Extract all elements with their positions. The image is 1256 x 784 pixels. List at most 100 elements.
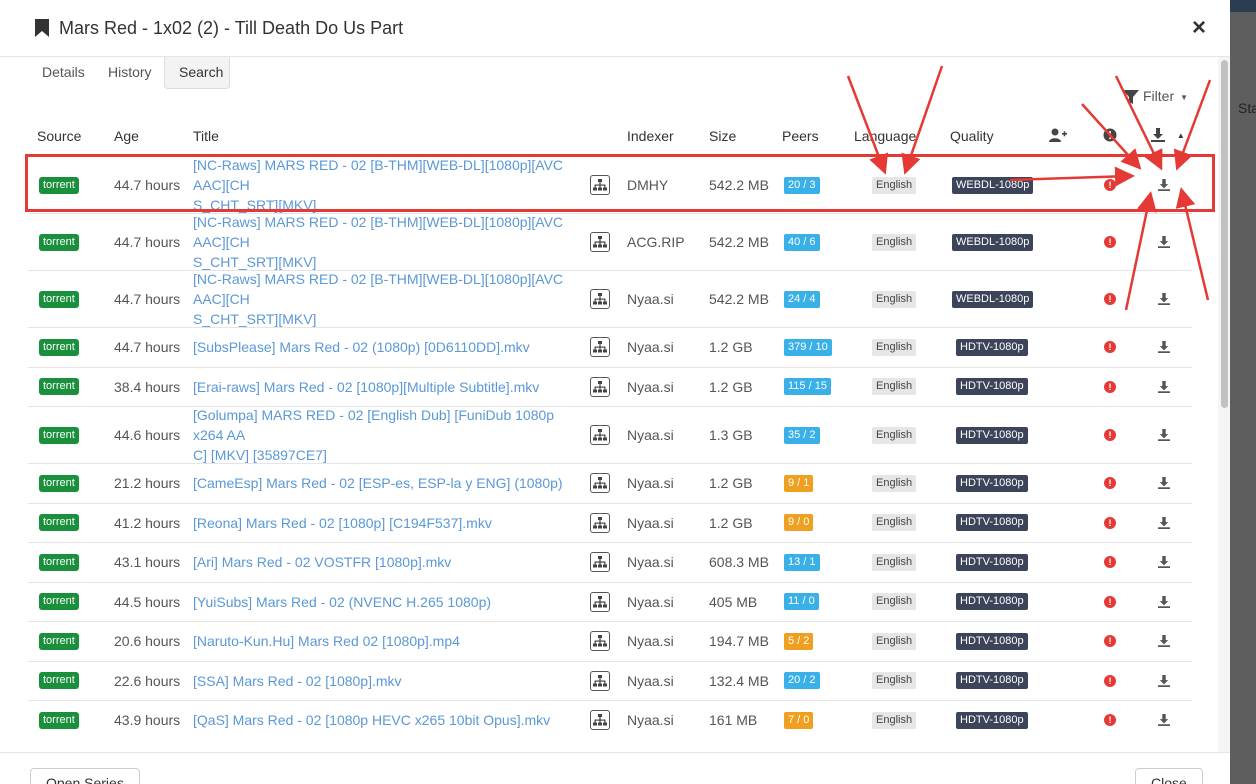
release-info-button[interactable] bbox=[590, 289, 610, 309]
release-info-button[interactable] bbox=[590, 425, 610, 445]
release-info-button[interactable] bbox=[590, 670, 610, 691]
release-info-button[interactable] bbox=[590, 232, 610, 252]
download-icon[interactable] bbox=[1158, 556, 1170, 569]
release-info-button[interactable] bbox=[590, 512, 610, 533]
download-icon[interactable] bbox=[1158, 341, 1170, 354]
release-title-link[interactable]: [NC-Raws] MARS RED - 02 [B-THM][WEB-DL][… bbox=[193, 212, 587, 272]
background-partial-label: Sta bbox=[1238, 100, 1256, 116]
quality-badge: HDTV-1080p bbox=[956, 711, 1028, 729]
release-info-button[interactable] bbox=[590, 376, 610, 397]
release-title-link[interactable]: [Reona] Mars Red - 02 [1080p] [C194F537]… bbox=[193, 513, 587, 533]
alert-icon[interactable]: ! bbox=[1104, 380, 1116, 393]
alert-icon[interactable]: ! bbox=[1104, 556, 1116, 569]
peers-badge: 24 / 4 bbox=[784, 290, 820, 308]
column-size[interactable]: Size bbox=[709, 118, 736, 154]
release-title-link[interactable]: [CameEsp] Mars Red - 02 [ESP-es, ESP-la … bbox=[193, 473, 587, 493]
size-cell: 608.3 MB bbox=[709, 554, 769, 571]
close-button[interactable]: Close bbox=[1135, 768, 1203, 784]
quality-badge: HDTV-1080p bbox=[956, 672, 1028, 690]
language-cell: English bbox=[872, 464, 917, 503]
alert-icon[interactable]: ! bbox=[1104, 293, 1116, 305]
info-cell bbox=[590, 662, 610, 701]
release-info-button[interactable] bbox=[590, 473, 610, 494]
title-cell: [QaS] Mars Red - 02 [1080p HEVC x265 10b… bbox=[193, 701, 587, 740]
sitemap-icon bbox=[593, 429, 607, 441]
column-add-user[interactable] bbox=[1049, 128, 1067, 144]
source-badge: torrent bbox=[39, 593, 79, 611]
alert-icon[interactable]: ! bbox=[1104, 635, 1116, 648]
column-source[interactable]: Source bbox=[37, 118, 81, 154]
peers-cell: 9 / 1 bbox=[784, 464, 814, 503]
release-info-button[interactable] bbox=[590, 631, 610, 652]
quality-badge: WEBDL-1080p bbox=[952, 290, 1034, 308]
peers-badge: 20 / 2 bbox=[784, 672, 820, 690]
release-info-button[interactable] bbox=[590, 552, 610, 573]
download-icon[interactable] bbox=[1158, 516, 1170, 529]
rejection-cell: ! bbox=[1104, 368, 1116, 407]
modal-title: Mars Red - 1x02 (2) - Till Death Do Us P… bbox=[59, 18, 404, 38]
release-title-link[interactable]: [YuiSubs] Mars Red - 02 (NVENC H.265 108… bbox=[193, 592, 587, 612]
info-cell bbox=[590, 214, 610, 270]
download-icon[interactable] bbox=[1158, 429, 1170, 441]
release-title-link[interactable]: [Ari] Mars Red - 02 VOSTFR [1080p].mkv bbox=[193, 552, 587, 572]
source-badge: torrent bbox=[39, 474, 79, 492]
scrollbar-thumb[interactable] bbox=[1221, 60, 1228, 408]
open-series-button[interactable]: Open Series bbox=[30, 768, 140, 784]
tab-details[interactable]: Details bbox=[28, 57, 99, 89]
download-icon[interactable] bbox=[1158, 674, 1170, 687]
download-cell bbox=[1158, 407, 1170, 463]
alert-icon[interactable]: ! bbox=[1104, 236, 1116, 248]
release-title-link[interactable]: [SubsPlease] Mars Red - 02 (1080p) [0D61… bbox=[193, 337, 587, 357]
tab-history[interactable]: History bbox=[94, 57, 166, 89]
alert-icon[interactable]: ! bbox=[1104, 516, 1116, 529]
download-icon[interactable] bbox=[1158, 595, 1170, 608]
alert-icon[interactable]: ! bbox=[1104, 674, 1116, 687]
column-age[interactable]: Age bbox=[114, 118, 139, 154]
sort-ascending-icon: ▲ bbox=[1176, 131, 1185, 140]
column-title[interactable]: Title bbox=[193, 118, 219, 154]
close-icon[interactable]: × bbox=[1192, 16, 1206, 40]
peers-badge: 5 / 2 bbox=[784, 632, 814, 650]
release-title-link[interactable]: [NC-Raws] MARS RED - 02 [B-THM][WEB-DL][… bbox=[193, 269, 587, 329]
quality-badge: HDTV-1080p bbox=[956, 593, 1028, 611]
alert-icon[interactable]: ! bbox=[1104, 477, 1116, 490]
quality-cell: HDTV-1080p bbox=[956, 368, 1028, 407]
modal-footer: Open Series Close bbox=[0, 752, 1230, 784]
tab-search[interactable]: Search bbox=[164, 57, 230, 89]
peers-cell: 379 / 10 bbox=[784, 328, 832, 367]
release-info-button[interactable] bbox=[590, 710, 610, 731]
release-title-link[interactable]: [SSA] Mars Red - 02 [1080p].mkv bbox=[193, 671, 587, 691]
info-cell bbox=[590, 701, 610, 740]
peers-cell: 7 / 0 bbox=[784, 701, 814, 740]
release-title-link[interactable]: [QaS] Mars Red - 02 [1080p HEVC x265 10b… bbox=[193, 710, 587, 730]
alert-icon[interactable]: ! bbox=[1104, 714, 1116, 727]
column-quality[interactable]: Quality bbox=[950, 118, 994, 154]
indexer-cell: Nyaa.si bbox=[627, 378, 674, 395]
download-icon[interactable] bbox=[1158, 293, 1170, 305]
source-cell: torrent bbox=[39, 543, 79, 582]
download-icon[interactable] bbox=[1158, 477, 1170, 490]
column-indexer[interactable]: Indexer bbox=[627, 118, 674, 154]
download-icon[interactable] bbox=[1158, 635, 1170, 648]
alert-icon[interactable]: ! bbox=[1104, 429, 1116, 441]
download-icon[interactable] bbox=[1158, 236, 1170, 248]
language-badge: English bbox=[872, 426, 917, 444]
alert-icon[interactable]: ! bbox=[1104, 341, 1116, 354]
release-title-link[interactable]: [Golumpa] MARS RED - 02 [English Dub] [F… bbox=[193, 405, 587, 465]
release-title-link[interactable]: [Naruto-Kun.Hu] Mars Red 02 [1080p].mp4 bbox=[193, 631, 587, 651]
download-icon[interactable] bbox=[1158, 380, 1170, 393]
release-info-button[interactable] bbox=[590, 337, 610, 358]
column-download[interactable]: ▲ bbox=[1151, 128, 1185, 144]
quality-cell: WEBDL-1080p bbox=[952, 271, 1034, 327]
column-peers[interactable]: Peers bbox=[782, 118, 819, 154]
column-language[interactable]: Language bbox=[854, 118, 916, 154]
filter-menu[interactable]: Filter ▼ bbox=[1123, 88, 1188, 105]
release-info-button[interactable] bbox=[590, 591, 610, 612]
language-cell: English bbox=[872, 622, 917, 661]
alert-icon[interactable]: ! bbox=[1104, 595, 1116, 608]
download-icon[interactable] bbox=[1158, 714, 1170, 727]
column-rejections[interactable] bbox=[1103, 128, 1117, 144]
language-badge: English bbox=[872, 474, 917, 492]
language-cell: English bbox=[872, 328, 917, 367]
release-title-link[interactable]: [Erai-raws] Mars Red - 02 [1080p][Multip… bbox=[193, 377, 587, 397]
